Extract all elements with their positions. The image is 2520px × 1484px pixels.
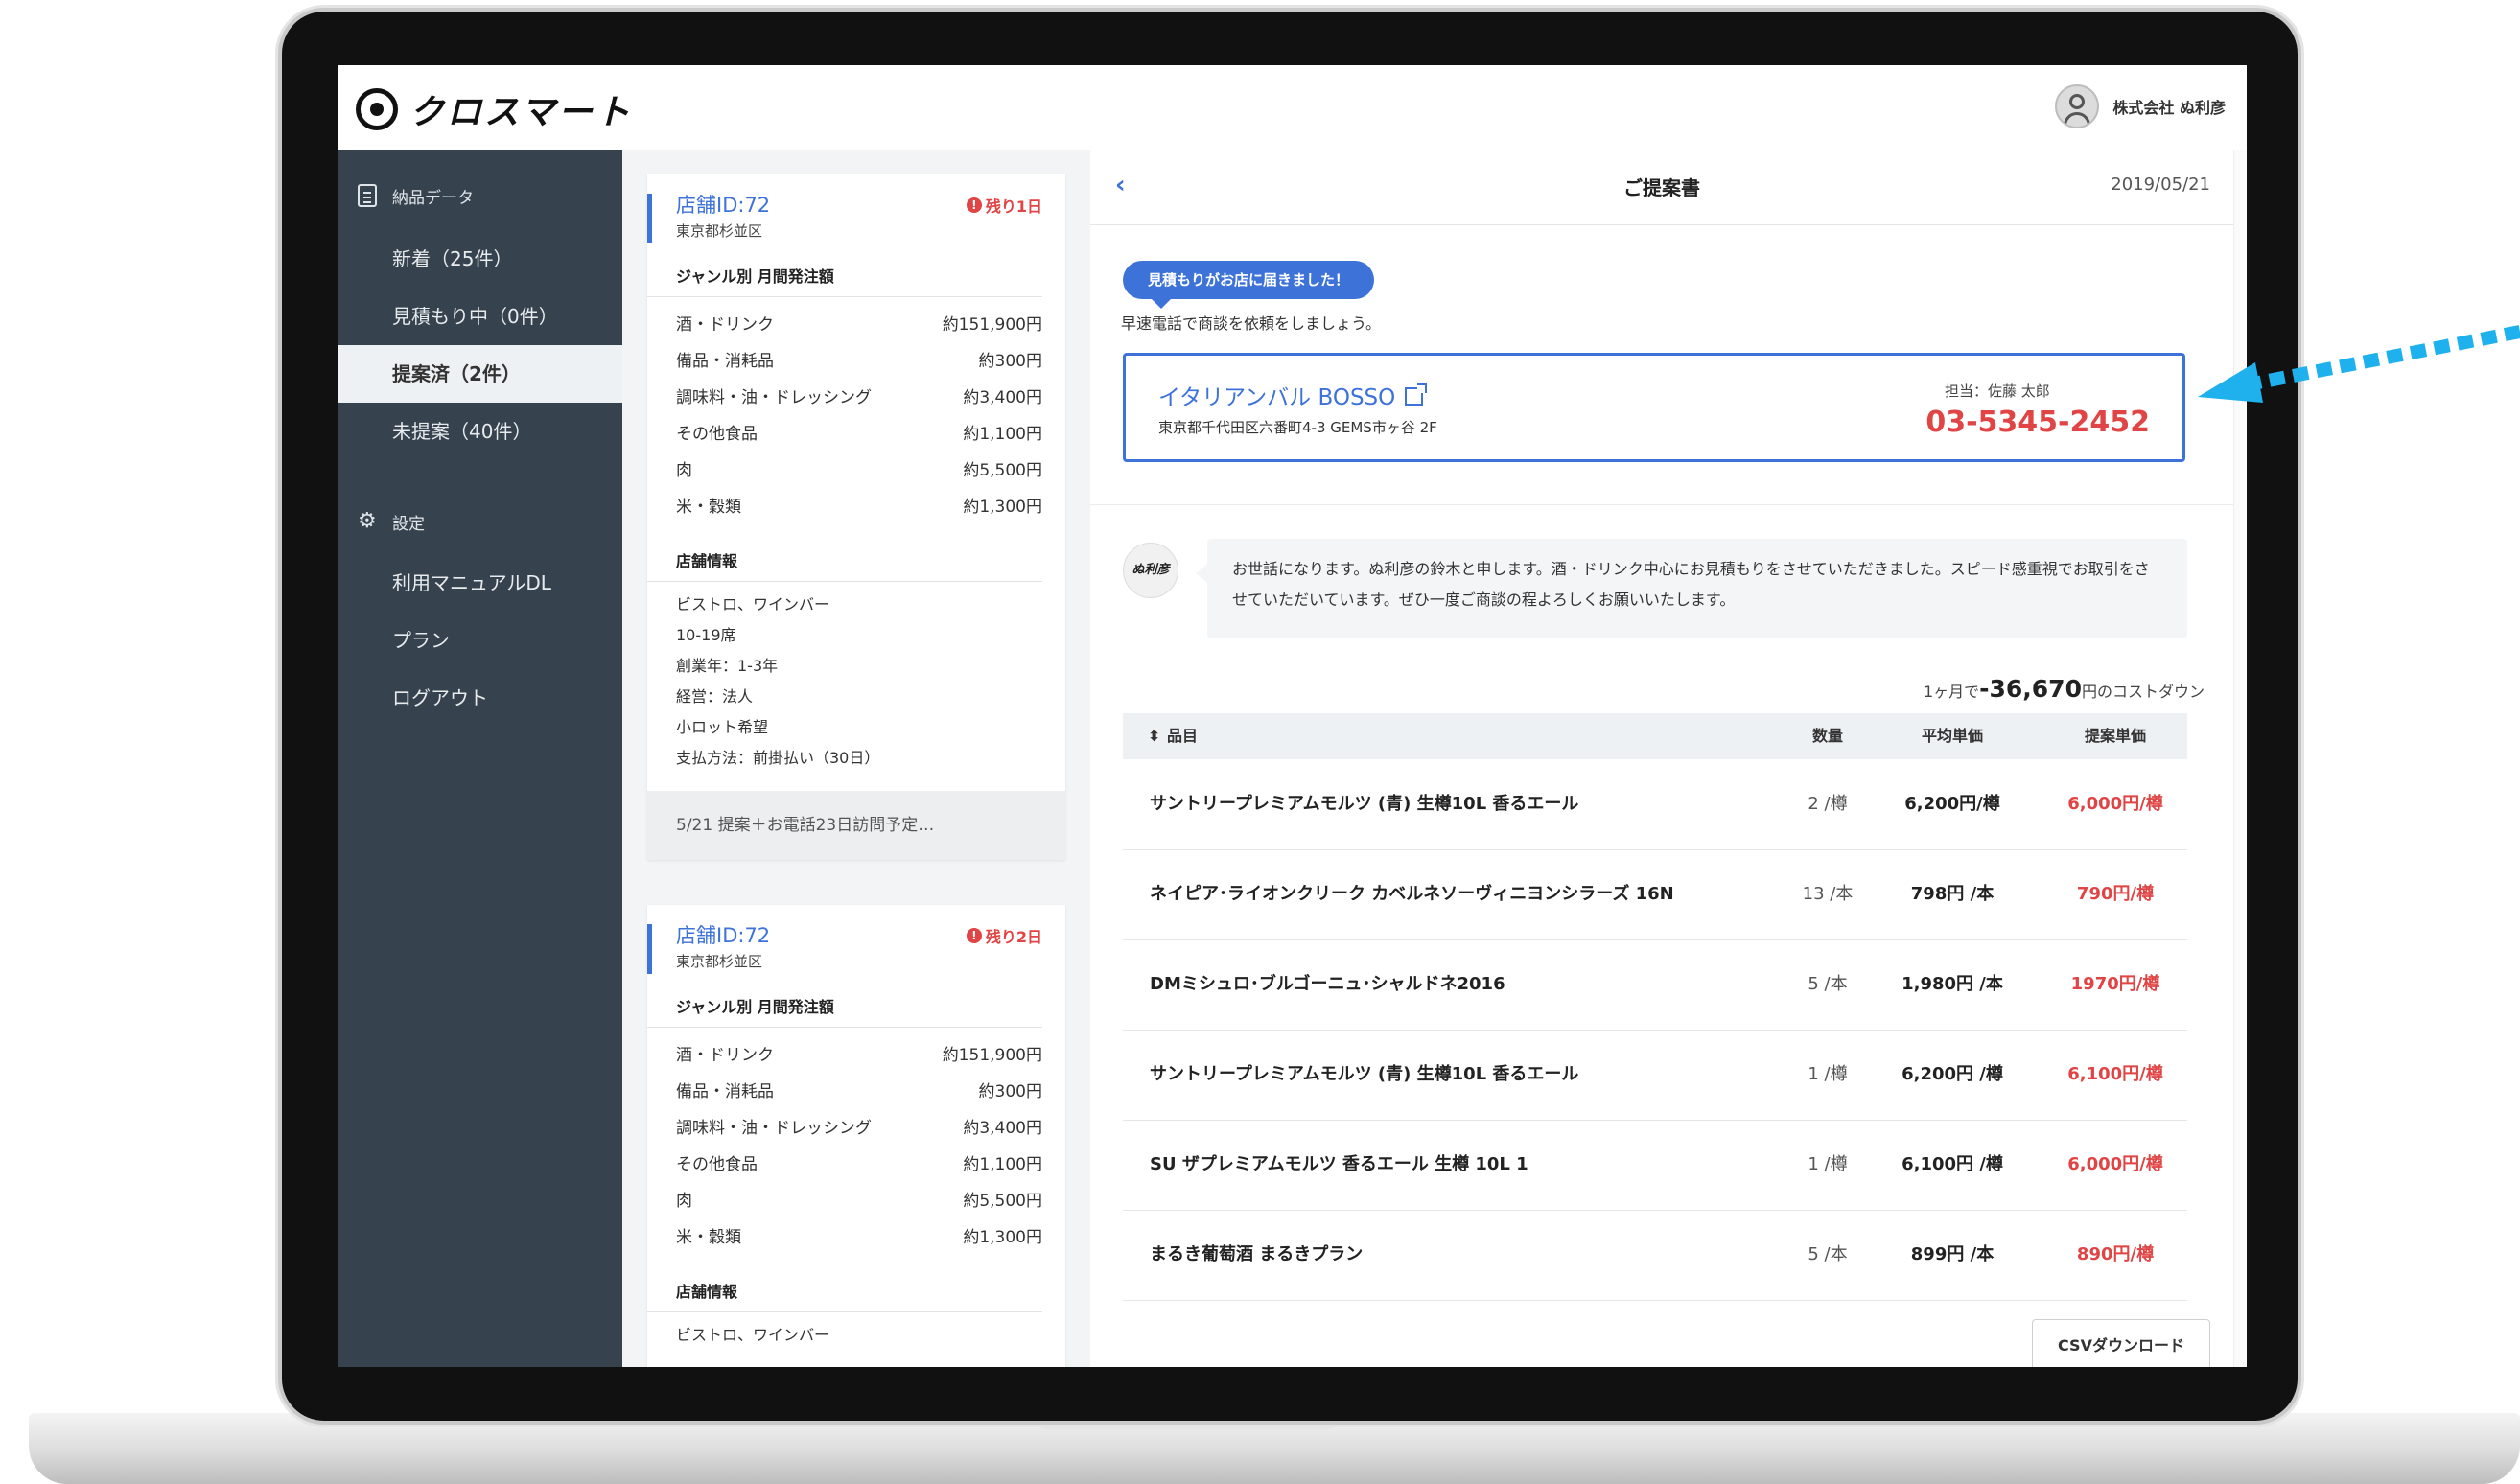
callout-arrow-icon xyxy=(2198,325,2520,403)
phone-number[interactable]: 03-5345-2452 xyxy=(1925,406,2150,439)
logo-text: クロスマート xyxy=(409,93,633,132)
sidebar-item-logout[interactable]: ログアウト xyxy=(338,669,622,727)
store-card[interactable]: 店舗ID:72 東京都杉並区 ! 残り1日 ジャンル別 月間発注額 酒・ドリンク約… xyxy=(647,174,1065,860)
table-row[interactable]: サントリープレミアムモルツ (青) 生樽10L 香るエール 1 /樽 6,200円 … xyxy=(1123,1030,2187,1121)
csv-download-button[interactable]: CSVダウンロード xyxy=(2032,1319,2210,1367)
genre-row: 備品・消耗品 約300円 xyxy=(676,352,1042,371)
user-menu[interactable]: 株式会社 ぬ利彦 xyxy=(2055,84,2226,128)
external-link-icon xyxy=(1405,383,1428,406)
genre-row: 調味料・油・ドレッシング 約3,400円 xyxy=(676,388,1042,407)
col-proposed-price: 提案単価 xyxy=(2084,727,2146,745)
store-info: ビストロ、ワインバー 10-19席 創業年：1-3年 経営：法人 小ロット希望 … xyxy=(676,595,880,767)
genre-row: 備品・消耗品 約300円 xyxy=(676,1082,1042,1101)
avatar-icon xyxy=(2055,84,2100,128)
sidebar-section-settings: ⚙ 設定 xyxy=(338,497,622,546)
store-contact-box: イタリアンバル BOSSO 東京都千代田区六番町4-3 GEMS市ヶ谷 2F 担… xyxy=(1123,353,2185,462)
gear-icon: ⚙ xyxy=(358,509,377,533)
store-name-link[interactable]: イタリアンバル BOSSO xyxy=(1158,379,1428,411)
proposal-date: 2019/05/21 xyxy=(2111,174,2210,195)
table-row[interactable]: ネイピア･ライオンクリーク カベルネソーヴィニヨンシラーズ 16N 13 /本 79… xyxy=(1123,849,2187,940)
page-title: ご提案書 xyxy=(1623,176,1700,199)
genre-row: 調味料・油・ドレッシング 約3,400円 xyxy=(676,1119,1042,1138)
vendor-logo: ぬ利彦 xyxy=(1123,543,1178,598)
genre-row: 肉約5,500円 xyxy=(676,1192,1042,1211)
store-area: 東京都杉並区 xyxy=(676,953,763,970)
store-list: 店舗ID:72 東京都杉並区 ! 残り1日 ジャンル別 月間発注額 酒・ドリンク約… xyxy=(622,150,1090,1367)
sidebar-item-new[interactable]: 新着（25件） xyxy=(338,230,622,288)
remaining-badge: ! 残り1日 xyxy=(966,194,1042,217)
remaining-text: 残り2日 xyxy=(985,928,1042,946)
table-header: ⬍ 品目 数量 平均単価 提案単価 xyxy=(1123,713,2187,759)
genre-row: 米・穀類 約1,300円 xyxy=(676,1228,1042,1247)
sidebar-section-delivery: 納品データ xyxy=(338,171,622,220)
table-row[interactable]: SU ザプレミアムモルツ 香るエール 生樽 10L 11 /樽 6,100円 /樽… xyxy=(1123,1120,2187,1211)
col-item[interactable]: 品目 xyxy=(1167,713,1198,759)
store-address: 東京都千代田区六番町4-3 GEMS市ヶ谷 2F xyxy=(1158,419,1437,436)
card-accent-bar xyxy=(647,924,652,974)
genre-row: 酒・ドリンク 約151,900円 xyxy=(676,1046,1042,1065)
alert-icon: ! xyxy=(966,928,982,943)
contact-person: 担当：佐藤 太郎 xyxy=(1945,383,2050,400)
vendor-message: お世話になります。ぬ利彦の鈴木と申します。酒・ドリンク中心にお見積もりをさせてい… xyxy=(1196,539,2187,638)
sidebar-item-unproposed[interactable]: 未提案（40件） xyxy=(338,403,622,460)
sidebar-item-proposed[interactable]: 提案済（2件） xyxy=(338,345,622,403)
sidebar-section-label: 設定 xyxy=(392,514,425,534)
store-info-heading: 店舗情報 xyxy=(647,1256,1042,1312)
logo-mark-icon xyxy=(356,88,398,130)
notice-subtext: 早速電話で商談を依頼をしましょう。 xyxy=(1121,314,1382,333)
alert-icon: ! xyxy=(966,197,982,213)
store-card[interactable]: 店舗ID:72 東京都杉並区 ! 残り2日 ジャンル別 月間発注額 酒・ドリンク約… xyxy=(647,905,1065,1367)
table-row[interactable]: DMミシュロ･ブルゴーニュ･シャルドネ2016 5 /本 1,980円 /本 1970… xyxy=(1123,939,2187,1031)
sidebar-section-label: 納品データ xyxy=(392,188,474,208)
genre-heading: ジャンル別 月間発注額 xyxy=(647,241,1042,297)
sidebar-item-estimating[interactable]: 見積もり中（0件） xyxy=(338,288,622,345)
remaining-badge: ! 残り2日 xyxy=(966,924,1042,947)
notice-bubble: 見積もりがお店に届きました！ xyxy=(1123,261,1375,309)
genre-heading: ジャンル別 月間発注額 xyxy=(647,971,1042,1028)
genre-row: その他食品 約1,100円 xyxy=(676,1155,1042,1174)
table-row[interactable]: サントリープレミアムモルツ (青) 生樽10L 香るエール 2 /樽 6,200円/… xyxy=(1123,759,2187,850)
sort-icon[interactable]: ⬍ xyxy=(1148,713,1160,759)
genre-row: 酒・ドリンク 約151,900円 xyxy=(676,315,1042,335)
card-note: 5/21 提案＋お電話23日訪問予定… xyxy=(647,791,1065,860)
store-area: 東京都杉並区 xyxy=(676,222,763,240)
costdown-summary: 1ヶ月で-36,670円のコストダウン xyxy=(1923,675,2205,703)
company-name: 株式会社 ぬ利彦 xyxy=(2112,99,2226,117)
card-accent-bar xyxy=(647,194,652,243)
sidebar: 納品データ 新着（25件） 見積もり中（0件） 提案済（2件） 未提案（40件）… xyxy=(338,150,622,1367)
detail-header: ‹ ご提案書 2019/05/21 xyxy=(1090,150,2233,225)
app-screen: クロスマート 株式会社 ぬ利彦 納品データ 新着（25件） 見積もり中（0件） … xyxy=(338,65,2247,1367)
genre-row: その他食品 約1,100円 xyxy=(676,425,1042,444)
col-qty: 数量 xyxy=(1811,727,1843,745)
sidebar-item-manual[interactable]: 利用マニュアルDL xyxy=(338,554,622,612)
costdown-value: -36,670 xyxy=(1979,675,2082,703)
document-icon xyxy=(358,184,379,207)
divider xyxy=(1090,504,2233,505)
proposal-detail: ‹ ご提案書 2019/05/21 見積もりがお店に届きました！ 早速電話で商談… xyxy=(1090,150,2233,1367)
sidebar-item-plan[interactable]: プラン xyxy=(338,612,622,669)
col-avg-price: 平均単価 xyxy=(1921,727,1983,745)
store-info-heading: 店舗情報 xyxy=(647,525,1042,582)
app-logo[interactable]: クロスマート xyxy=(356,84,633,134)
store-info: ビストロ、ワインバー xyxy=(676,1326,830,1344)
app-header: クロスマート 株式会社 ぬ利彦 xyxy=(338,65,2247,151)
table-row[interactable]: まるき葡萄酒 まるきプラン 5 /本 899円 /本 890円/樽 xyxy=(1123,1210,2187,1301)
remaining-text: 残り1日 xyxy=(985,197,1042,216)
genre-row: 肉約5,500円 xyxy=(676,461,1042,480)
laptop-base xyxy=(29,1413,2520,1484)
genre-row: 米・穀類 約1,300円 xyxy=(676,498,1042,517)
